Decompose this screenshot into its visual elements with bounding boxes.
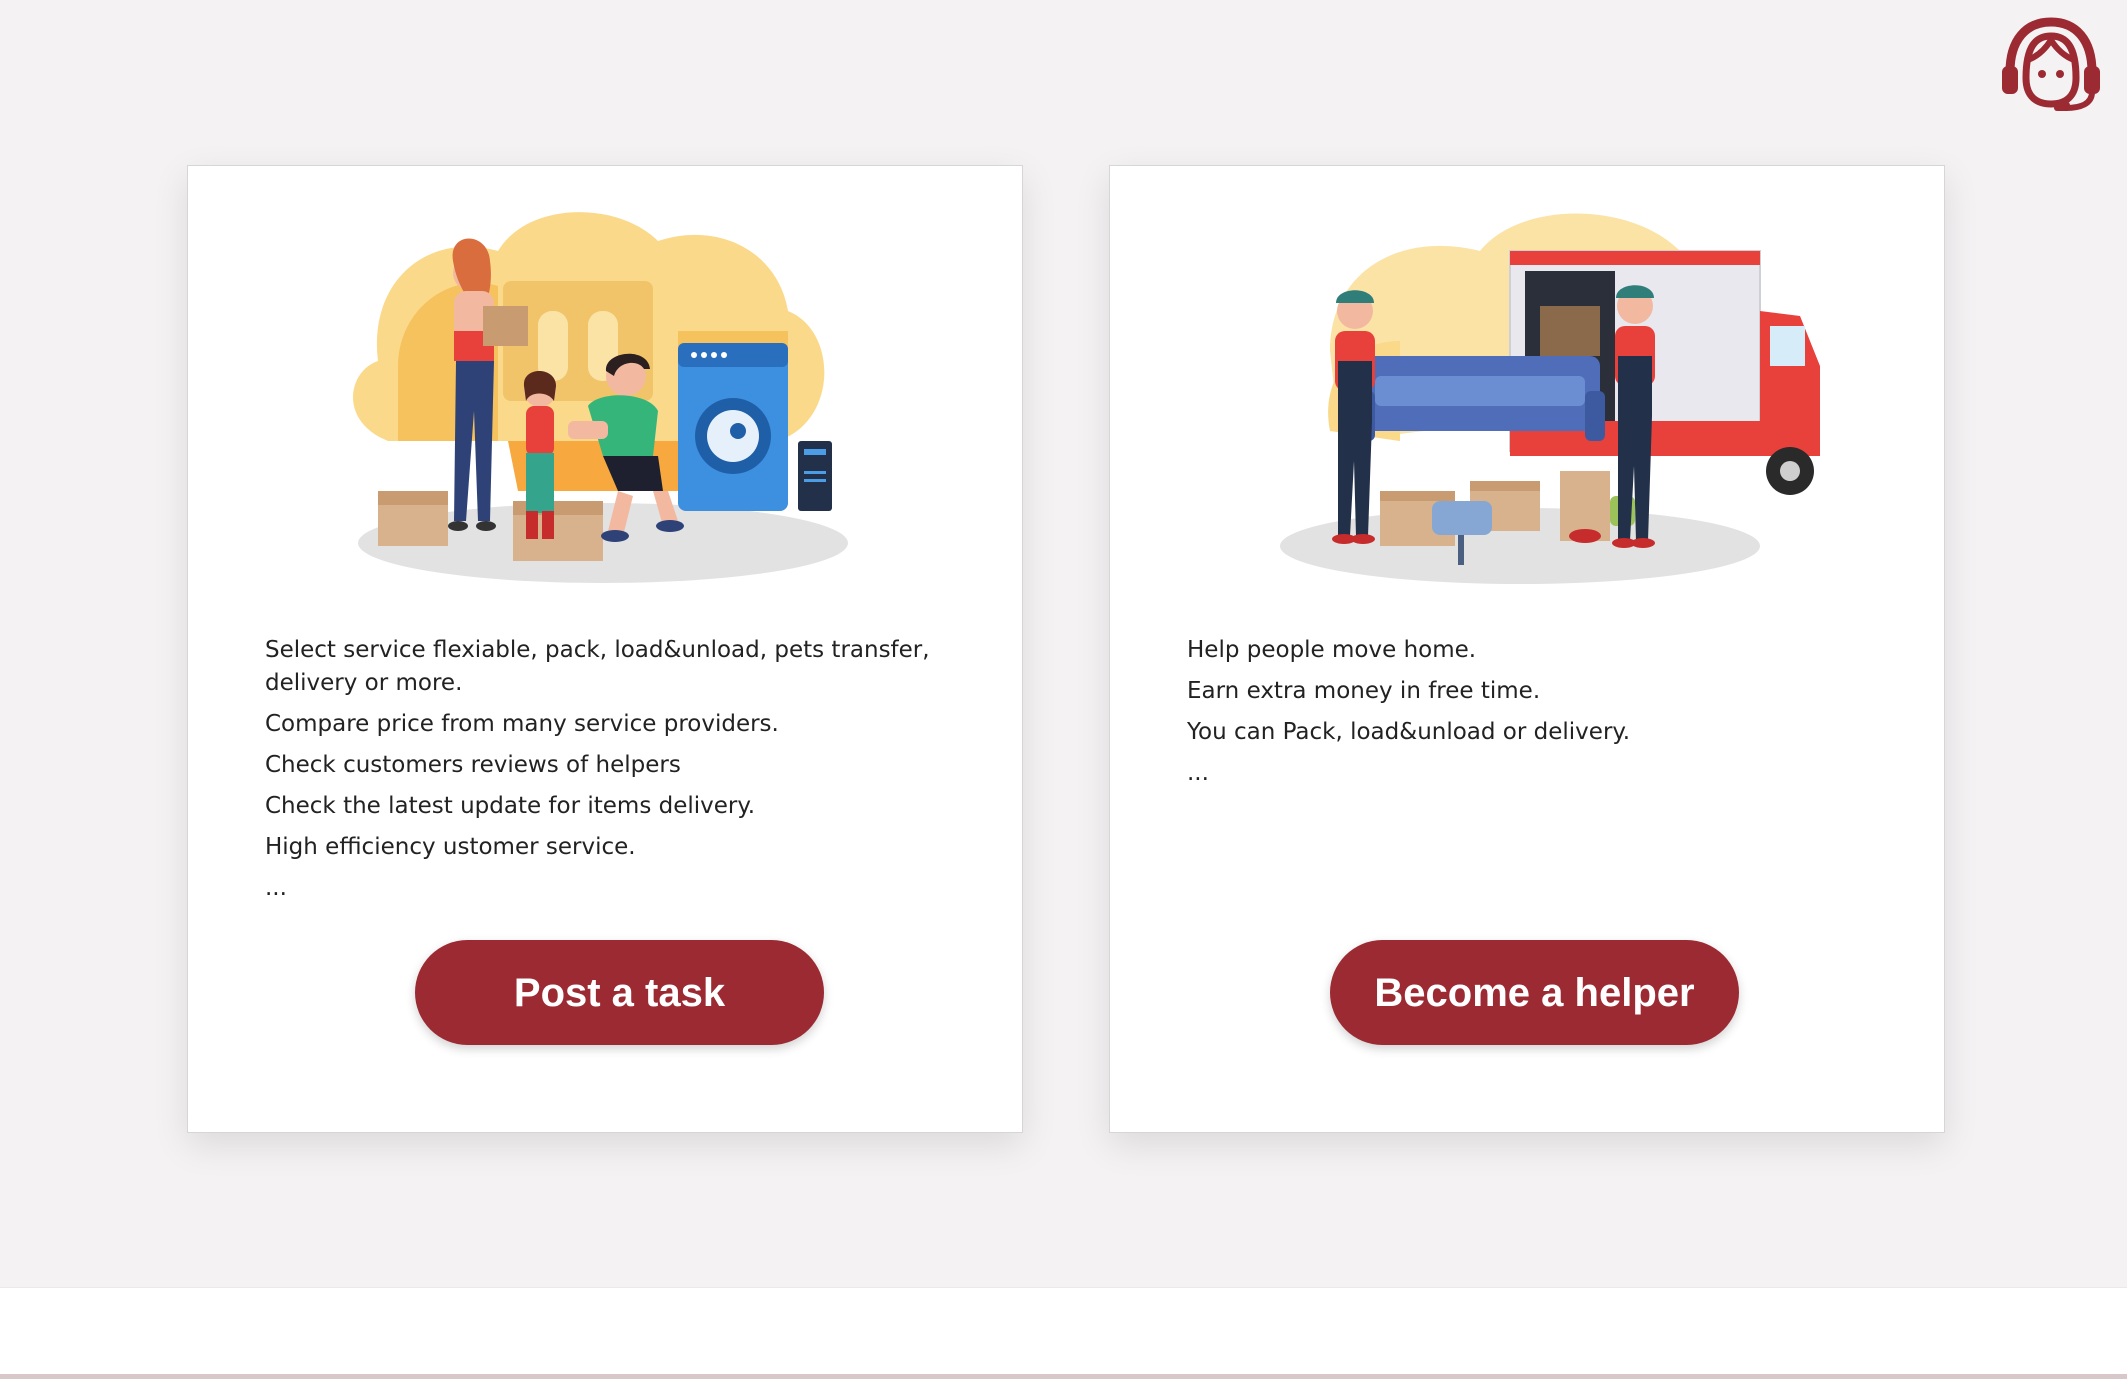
benefit-line: You can Pack, load&unload or delivery.	[1187, 719, 1631, 745]
benefit-line: Check customers reviews of helpers	[265, 752, 681, 778]
footer-divider	[0, 1374, 2127, 1379]
benefit-line: Help people move home.	[1187, 637, 1477, 663]
customer-benefits-list: Select service flexiable, pack, load&unl…	[265, 634, 945, 913]
benefit-line: Earn extra money in free time.	[1187, 678, 1541, 704]
helper-benefits-list: Help people move home. Earn extra money …	[1187, 634, 1867, 798]
benefit-line: High efficiency ustomer service.	[265, 834, 636, 860]
page-footer-strip	[0, 1287, 2127, 1380]
benefit-line: Select service flexiable, pack, load&unl…	[265, 637, 930, 696]
customer-card: Select service flexiable, pack, load&unl…	[187, 165, 1023, 1133]
support-agent-icon[interactable]	[1996, 16, 2106, 112]
movers-truck-illustration	[1180, 191, 1876, 596]
benefit-line: ...	[265, 875, 287, 901]
helper-card: Help people move home. Earn extra money …	[1109, 165, 1945, 1133]
post-task-button[interactable]: Post a task	[415, 940, 824, 1045]
family-moving-illustration	[258, 191, 954, 596]
benefit-line: Compare price from many service provider…	[265, 711, 779, 737]
become-helper-button[interactable]: Become a helper	[1330, 940, 1739, 1045]
benefit-line: Check the latest update for items delive…	[265, 793, 756, 819]
benefit-line: ...	[1187, 760, 1209, 786]
